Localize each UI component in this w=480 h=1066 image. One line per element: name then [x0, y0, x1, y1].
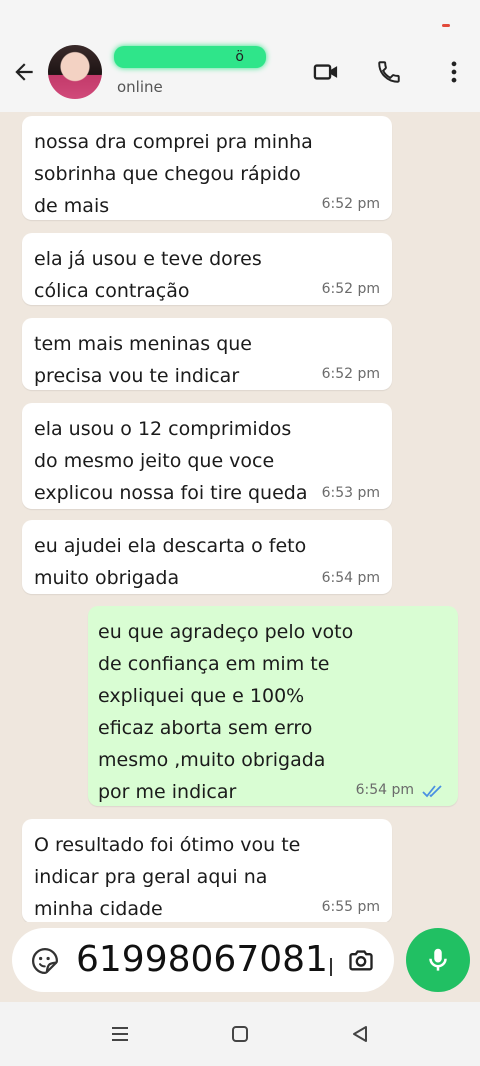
contact-name[interactable]: ӧ	[114, 46, 266, 68]
voice-call-button[interactable]	[373, 56, 405, 88]
message-line: sobrinha que chegou rápido	[34, 163, 301, 185]
message-time: 6:52 pm	[321, 366, 380, 382]
message-time: 6:54 pm	[355, 782, 414, 798]
voice-record-button[interactable]	[406, 928, 470, 992]
message-line: mesmo ,muito obrigada	[98, 749, 326, 771]
square-icon	[232, 1026, 248, 1042]
message-time: 6:53 pm	[321, 485, 380, 501]
chat-messages[interactable]: nossa dra comprei pra minha sobrinha que…	[0, 112, 480, 923]
message-bubble[interactable]: eu ajudei ela descarta o feto muito obri…	[22, 520, 392, 594]
camera-icon[interactable]	[346, 946, 376, 974]
message-bubble[interactable]: O resultado foi ótimo vou te indicar pra…	[22, 819, 392, 923]
message-bubble[interactable]: ela usou o 12 comprimidos do mesmo jeito…	[22, 403, 392, 509]
message-line: nossa dra comprei pra minha	[34, 131, 313, 153]
message-line: indicar pra geral aqui na	[34, 866, 268, 888]
message-input-box[interactable]: 61998067081	[12, 928, 394, 992]
message-line: eu ajudei ela descarta o feto	[34, 535, 307, 557]
message-bubble[interactable]: tem mais meninas que precisa vou te indi…	[22, 318, 392, 390]
phone-icon	[378, 61, 400, 83]
text-cursor	[330, 958, 332, 976]
message-line: eficaz aborta sem erro	[98, 717, 313, 739]
recents-button[interactable]	[108, 1022, 132, 1046]
message-time: 6:52 pm	[321, 196, 380, 212]
video-call-button[interactable]	[310, 56, 342, 88]
message-line: eu que agradeço pelo voto	[98, 621, 354, 643]
more-vertical-icon	[451, 61, 457, 83]
home-button[interactable]	[228, 1022, 252, 1046]
microphone-icon	[429, 948, 447, 971]
message-time: 6:55 pm	[321, 899, 380, 915]
contact-status: online	[117, 78, 163, 96]
avatar[interactable]	[48, 45, 102, 99]
chat-header: ӧ online	[0, 40, 480, 112]
message-line: de confiança em mim te	[98, 653, 330, 675]
message-input[interactable]: 61998067081	[76, 938, 328, 982]
message-bubble-outgoing[interactable]: eu que agradeço pelo voto de confiança e…	[88, 606, 458, 806]
message-bubble[interactable]: ela já usou e teve dores cólica contraçã…	[22, 233, 392, 305]
back-button[interactable]	[6, 54, 42, 90]
arrow-left-icon	[15, 63, 33, 81]
message-time: 6:52 pm	[321, 281, 380, 297]
menu-lines-icon	[112, 1027, 128, 1041]
sticker-icon[interactable]	[30, 946, 60, 976]
more-options-button[interactable]	[438, 56, 470, 88]
message-bubble[interactable]: nossa dra comprei pra minha sobrinha que…	[22, 116, 392, 220]
video-camera-icon	[313, 64, 338, 80]
status-bar	[0, 0, 480, 40]
message-line: O resultado foi ótimo vou te	[34, 834, 301, 856]
composer: 61998067081	[0, 922, 480, 1002]
message-line: tem mais meninas que	[34, 333, 252, 355]
double-check-icon	[422, 785, 442, 798]
message-time: 6:54 pm	[321, 570, 380, 586]
system-nav-bar	[0, 1002, 480, 1066]
message-line: expliquei que e 100%	[98, 685, 305, 707]
triangle-back-icon	[353, 1026, 367, 1042]
message-line: ela já usou e teve dores	[34, 248, 262, 270]
message-line: ela usou o 12 comprimidos	[34, 418, 292, 440]
message-line: do mesmo jeito que voce	[34, 450, 275, 472]
status-indicator	[442, 24, 450, 27]
nav-back-button[interactable]	[348, 1022, 372, 1046]
